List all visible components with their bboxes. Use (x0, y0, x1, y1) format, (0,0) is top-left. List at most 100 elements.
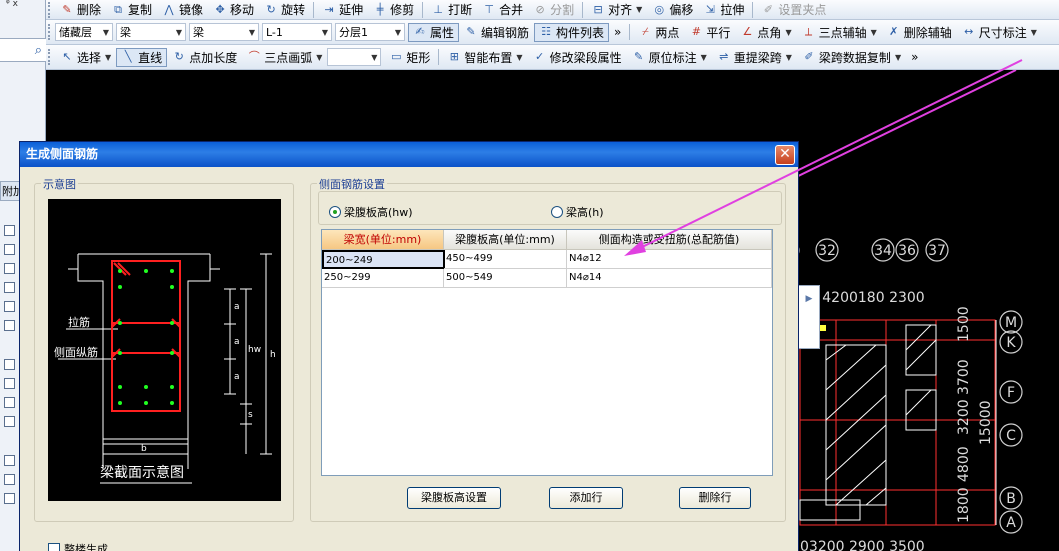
stretch-button[interactable]: ⇲ 拉伸 (698, 0, 749, 19)
component-list-button[interactable]: ☷ 构件列表 (534, 22, 610, 42)
arc-option-select[interactable]: ▼ (327, 48, 382, 66)
radio-beam-height[interactable]: 梁高(h) (551, 204, 604, 220)
smart-layout-button[interactable]: ⊞ 智能布置 ▼ (442, 48, 527, 67)
toolbar-overflow-button[interactable]: » (906, 48, 923, 67)
trim-button[interactable]: ╪ 修剪 (368, 0, 419, 19)
delete-row-button[interactable]: 删除行 (679, 487, 751, 509)
point-length-button[interactable]: ↻ 点加长度 (167, 48, 242, 67)
panel-checkbox[interactable] (4, 378, 15, 389)
generate-side-rebar-dialog: 生成侧面钢筋 ✕ 示意图 拉筋 侧面纵筋 a a a hw h s b 梁截面示… (19, 141, 799, 551)
column-header-beam-width[interactable]: 梁宽(单位:mm) (322, 230, 444, 250)
toolbar-grip[interactable] (48, 49, 51, 65)
three-point-axis-button[interactable]: ⟂ 三点辅轴 ▼ (797, 23, 882, 42)
in-situ-label-button[interactable]: ✎ 原位标注 ▼ (627, 48, 712, 67)
panel-checkbox[interactable] (4, 282, 15, 293)
list-icon: ☷ (541, 25, 551, 38)
rectangle-button[interactable]: ▭ 矩形 (384, 48, 435, 67)
axis-letter: M (1005, 315, 1017, 331)
app-window: ᵠ x ⌕ 附加 ✎ 删除 ⧉ 复制 ⋀ 镜像 ✥ 移动 ↻ 旋转 ⇥ 延伸 ╪ 修剪 ⊥ 打断… (0, 0, 1059, 551)
chevron-down-icon: ▼ (785, 27, 792, 37)
table-cell-beam-width[interactable]: 200~249 (322, 250, 445, 269)
panel-pin-icon[interactable]: ᵠ x (6, 0, 40, 9)
offset-button[interactable]: ◎ 偏移 (647, 0, 698, 19)
chevron-down-icon: ▼ (175, 27, 182, 37)
point-angle-button[interactable]: ∠ 点角 ▼ (735, 23, 796, 42)
chevron-down-icon: ▼ (870, 27, 877, 37)
split-button[interactable]: ⊘ 分割 (528, 0, 579, 19)
panel-checkbox[interactable] (4, 225, 15, 236)
panel-checkbox[interactable] (4, 416, 15, 427)
line-icon: ╲ (124, 50, 132, 63)
add-row-button[interactable]: 添加行 (549, 487, 623, 509)
edit-rebar-button[interactable]: ✎ 编辑钢筋 (459, 23, 534, 42)
web-height-settings-button[interactable]: 梁腹板高设置 (407, 487, 501, 509)
chevron-down-icon: ▼ (321, 27, 328, 37)
separator (582, 1, 584, 18)
panel-checkbox[interactable] (4, 474, 15, 485)
move-button[interactable]: ✥ 移动 (208, 0, 259, 19)
axis-number: 36 (898, 243, 916, 259)
panel-checkbox[interactable] (4, 493, 15, 504)
modify-span-button[interactable]: ✓ 修改梁段属性 (528, 48, 627, 67)
toolbar-overflow-button[interactable]: » (609, 23, 626, 42)
panel-checkbox[interactable] (4, 244, 15, 255)
table-cell-rebar[interactable]: N4⌀12 (567, 250, 772, 269)
panel-checkbox[interactable] (4, 397, 15, 408)
copy-span-data-button[interactable]: ✐ 梁跨数据复制 ▼ (797, 48, 906, 67)
layer-select[interactable]: 分层1 ▼ (335, 23, 405, 41)
align-button[interactable]: ⊟ 对齐 ▼ (586, 0, 647, 19)
column-header-rebar[interactable]: 侧面构造或受扭筋(总配筋值) (567, 230, 772, 250)
table-cell-web-height[interactable]: 500~549 (444, 269, 567, 288)
panel-checkbox[interactable] (4, 359, 15, 370)
panel-search-input[interactable]: ⌕ (0, 38, 46, 62)
panel-checkbox[interactable] (4, 455, 15, 466)
toolbar-grip[interactable] (48, 1, 51, 18)
right-dimension: 15000 (978, 400, 994, 445)
delete-axis-button[interactable]: ✗ 删除辅轴 (882, 23, 957, 42)
copy-button[interactable]: ⧉ 复制 (106, 0, 157, 19)
whole-building-checkbox[interactable]: 整楼生成 (48, 541, 108, 551)
line-button[interactable]: ╲ 直线 (116, 47, 168, 67)
dialog-title-bar[interactable]: 生成侧面钢筋 ✕ (20, 142, 798, 167)
break-button[interactable]: ⊥ 打断 (426, 0, 477, 19)
rotate-button[interactable]: ↻ 旋转 (259, 0, 310, 19)
select-button[interactable]: ↖ 选择 ▼ (55, 48, 116, 67)
merge-button[interactable]: ⊤ 合并 (477, 0, 528, 19)
three-point-arc-button[interactable]: ⌒ 三点画弧 ▼ (242, 48, 327, 67)
side-collapse-tab[interactable]: ▶ (798, 285, 820, 349)
axis-letter: A (1006, 515, 1016, 531)
toolbar-grip[interactable] (48, 24, 51, 40)
close-icon: ✕ (779, 146, 791, 162)
panel-checkbox[interactable] (4, 320, 15, 331)
cursor-icon: ↖ (62, 50, 72, 63)
element-select[interactable]: L-1 ▼ (262, 23, 332, 41)
edit-rebar-icon: ✎ (466, 25, 476, 38)
table-cell-rebar[interactable]: N4⌀14 (567, 269, 772, 288)
table-cell-beam-width[interactable]: 250~299 (322, 269, 444, 288)
radio-web-height[interactable]: 梁腹板高(hw) (329, 204, 413, 220)
draw-toolbar: ↖ 选择 ▼ ╲ 直线 ↻ 点加长度 ⌒ 三点画弧 ▼ ▼ ▭ 矩形 ⊞ 智能布置 ▼ ✓ 修改梁段… (46, 45, 1059, 70)
right-dimension: 1800 (956, 487, 972, 523)
mirror-button[interactable]: ⋀ 镜像 (157, 0, 208, 19)
extend-button[interactable]: ⇥ 延伸 (317, 0, 368, 19)
table-cell-web-height[interactable]: 450~499 (444, 250, 567, 269)
dimension-button[interactable]: ↔ 尺寸标注 ▼ (957, 23, 1042, 42)
panel-checkbox[interactable] (4, 301, 15, 312)
split-icon: ⊘ (535, 2, 545, 16)
close-button[interactable]: ✕ (775, 145, 795, 165)
delete-button[interactable]: ✎ 删除 (55, 0, 106, 19)
two-points-button[interactable]: ⌿ 两点 (633, 23, 684, 42)
search-icon[interactable]: ⌕ (35, 43, 42, 58)
panel-checkbox[interactable] (4, 263, 15, 274)
re-extract-span-button[interactable]: ⇌ 重提梁跨 ▼ (712, 48, 797, 67)
chevron-down-icon: ▼ (1030, 27, 1037, 37)
set-grip-button[interactable]: ✐ 设置夹点 (756, 0, 831, 19)
category-select[interactable]: 梁 ▼ (116, 23, 186, 41)
rectangle-icon: ▭ (391, 50, 402, 63)
properties-button[interactable]: ✍ 属性 (408, 22, 460, 42)
floor-select[interactable]: 储藏层 ▼ (55, 23, 113, 41)
parallel-button[interactable]: # 平行 (684, 23, 735, 42)
column-header-web-height[interactable]: 梁腹板高(单位:mm) (444, 230, 567, 250)
bottom-dimension: 03200 2900 3500 (800, 539, 925, 551)
type-select[interactable]: 梁 ▼ (189, 23, 259, 41)
